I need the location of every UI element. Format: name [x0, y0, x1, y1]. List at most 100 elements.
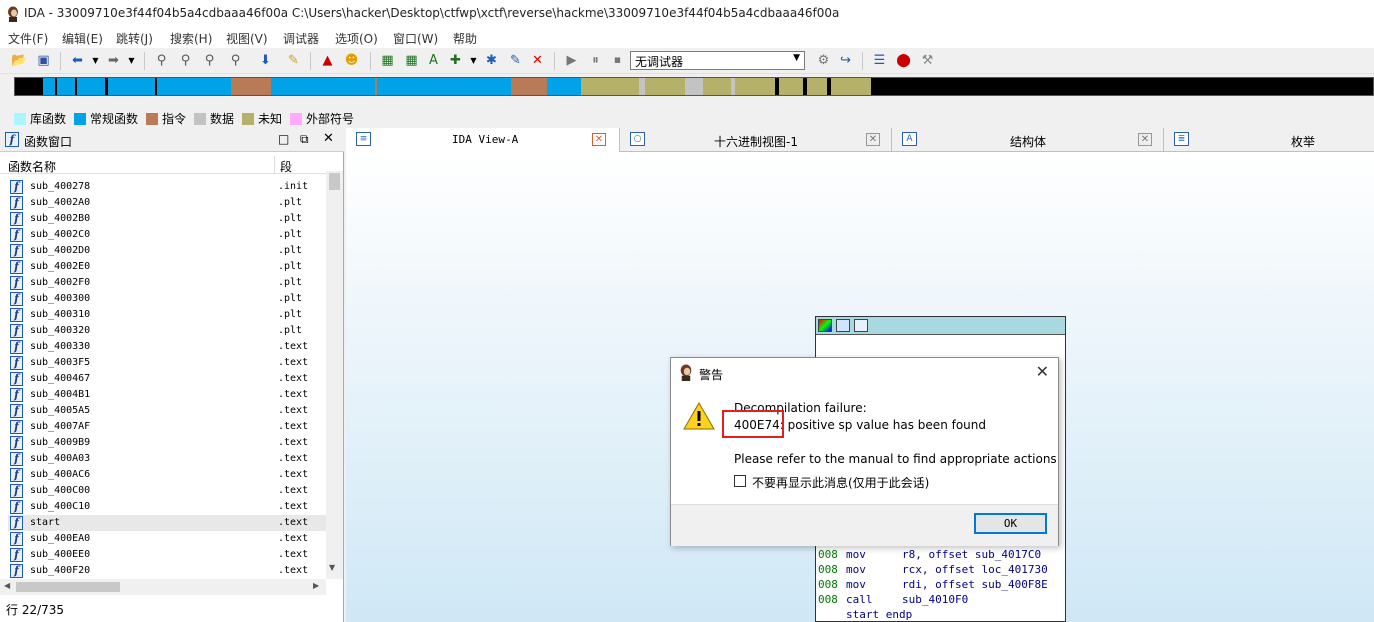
plus-dropdown-icon[interactable]: ▼	[464, 51, 483, 70]
function-row[interactable]: f sub_400C10 .text	[8, 499, 326, 515]
maximize-icon[interactable]: □	[278, 132, 289, 146]
function-row[interactable]: f sub_400AC6 .text	[8, 467, 326, 483]
dont-show-again-label[interactable]: 不要再显示此消息(仅用于此会话)	[752, 474, 929, 491]
menu-jump[interactable]: 跳转(J)	[116, 30, 153, 47]
function-row[interactable]: f sub_4007AF .text	[8, 419, 326, 435]
function-row[interactable]: f sub_400330 .text	[8, 339, 326, 355]
star-icon[interactable]: ✱	[482, 51, 501, 70]
tab-enums[interactable]: ≣ 枚举	[1164, 128, 1374, 152]
function-row[interactable]: f sub_4002D0 .plt	[8, 243, 326, 259]
function-row[interactable]: f sub_400278 .init	[8, 179, 326, 195]
functions-horizontal-scrollbar[interactable]: ◀ ▶	[0, 579, 326, 595]
color-palette-icon[interactable]	[818, 319, 832, 332]
close-tab-icon[interactable]: ✕	[592, 133, 606, 146]
function-row[interactable]: f sub_400310 .plt	[8, 307, 326, 323]
function-row[interactable]: f sub_4002B0 .plt	[8, 211, 326, 227]
tools-icon[interactable]: ⚒	[918, 51, 937, 70]
navigation-band[interactable]	[14, 77, 1374, 96]
plus-icon[interactable]: ✚	[446, 51, 465, 70]
close-tab-icon[interactable]: ✕	[1138, 133, 1152, 146]
binoculars-hex-icon[interactable]: ⚲	[176, 51, 195, 70]
close-icon[interactable]: ✕	[1036, 362, 1049, 381]
menu-windows[interactable]: 窗口(W)	[393, 30, 438, 47]
dont-show-again-checkbox[interactable]	[734, 475, 746, 487]
address-highlight-box	[722, 410, 784, 438]
back-arrow-icon[interactable]: ⬅	[68, 51, 87, 70]
scroll-right-icon[interactable]: ▶	[313, 581, 319, 590]
function-row[interactable]: f sub_400F20 .text	[8, 563, 326, 579]
function-row[interactable]: f sub_4009B9 .text	[8, 435, 326, 451]
function-row[interactable]: f sub_400EA0 .text	[8, 531, 326, 547]
function-row[interactable]: f sub_400320 .plt	[8, 323, 326, 339]
back-dropdown-icon[interactable]: ▼	[86, 51, 105, 70]
scrollbar-thumb[interactable]	[16, 582, 120, 592]
function-row[interactable]: f sub_400EE0 .text	[8, 547, 326, 563]
group-node-icon[interactable]	[854, 319, 868, 332]
forward-arrow-icon[interactable]: ➡	[104, 51, 123, 70]
assembly-line[interactable]: 008 call sub_4010F0	[818, 593, 968, 606]
ok-button[interactable]: OK	[974, 513, 1047, 534]
play-icon[interactable]: ▶	[562, 51, 581, 70]
scrollbar-thumb[interactable]	[329, 173, 340, 190]
delete-icon[interactable]: ✕	[528, 51, 547, 70]
column-divider[interactable]	[274, 156, 275, 174]
search-icon[interactable]: ⚲	[226, 51, 245, 70]
scroll-down-icon[interactable]: ▼	[329, 563, 335, 572]
menu-options[interactable]: 选项(O)	[335, 30, 378, 47]
menu-view[interactable]: 视图(V)	[226, 30, 268, 47]
assembly-line[interactable]: 008 mov rcx, offset loc_401730	[818, 563, 1048, 576]
functions-vertical-scrollbar[interactable]: ▼	[326, 171, 343, 579]
list-icon[interactable]: ☰	[870, 51, 889, 70]
pause-icon[interactable]: ⏸	[586, 51, 605, 70]
assembly-line[interactable]: start endp	[818, 608, 912, 621]
binoculars-text-icon[interactable]: ⚲	[152, 51, 171, 70]
code-icon[interactable]: ▦	[378, 51, 397, 70]
attach-icon[interactable]: ⚙	[814, 51, 833, 70]
function-row[interactable]: f sub_400C00 .text	[8, 483, 326, 499]
menu-help[interactable]: 帮助	[453, 30, 477, 47]
down-arrow-icon[interactable]: ⬇	[256, 51, 275, 70]
menu-debugger[interactable]: 调试器	[283, 30, 319, 47]
close-icon[interactable]: ✕	[323, 131, 334, 146]
scroll-left-icon[interactable]: ◀	[4, 581, 10, 590]
function-row[interactable]: f sub_4003F5 .text	[8, 355, 326, 371]
forward-dropdown-icon[interactable]: ▼	[122, 51, 141, 70]
menu-search[interactable]: 搜索(H)	[170, 30, 212, 47]
column-function-name[interactable]: 函数名称	[8, 158, 56, 175]
save-icon[interactable]: ▣	[34, 51, 53, 70]
menu-edit[interactable]: 编辑(E)	[62, 30, 103, 47]
data-icon[interactable]: ▦	[402, 51, 421, 70]
ascii-icon[interactable]: A	[424, 51, 443, 70]
binoculars-next-icon[interactable]: ⚲	[200, 51, 219, 70]
column-segment[interactable]: 段	[280, 158, 292, 175]
debugger-select[interactable]: 无调试器 ▼	[630, 51, 805, 70]
edit-node-icon[interactable]	[836, 319, 850, 332]
warning-triangle-icon[interactable]: ▲	[318, 51, 337, 70]
edit-pencil-icon[interactable]: ✎	[284, 51, 303, 70]
function-row[interactable]: f start .text	[8, 515, 326, 531]
function-row[interactable]: f sub_400300 .plt	[8, 291, 326, 307]
menu-file[interactable]: 文件(F)	[8, 30, 48, 47]
open-folder-icon[interactable]: 📂	[10, 51, 29, 70]
step-icon[interactable]: ↪	[836, 51, 855, 70]
function-row[interactable]: f sub_4002C0 .plt	[8, 227, 326, 243]
function-row[interactable]: f sub_4002F0 .plt	[8, 275, 326, 291]
restore-icon[interactable]: ⧉	[300, 132, 309, 147]
function-row[interactable]: f sub_4005A5 .text	[8, 403, 326, 419]
smiley-icon[interactable]: ☻	[342, 51, 361, 70]
tab-hex-view[interactable]: ○ 十六进制视图-1 ✕	[620, 128, 892, 152]
assembly-line[interactable]: 008 mov rdi, offset sub_400F8E	[818, 578, 1048, 591]
function-row[interactable]: f sub_400467 .text	[8, 371, 326, 387]
close-tab-icon[interactable]: ✕	[866, 133, 880, 146]
assembly-line[interactable]: 008 mov r8, offset sub_4017C0	[818, 548, 1041, 561]
tab-ida-view-a[interactable]: ≡ IDA View-A ✕	[346, 128, 620, 152]
function-row[interactable]: f sub_4002E0 .plt	[8, 259, 326, 275]
tab-structures[interactable]: A 结构体 ✕	[892, 128, 1164, 152]
rename-icon[interactable]: ✎	[506, 51, 525, 70]
function-row[interactable]: f sub_4002A0 .plt	[8, 195, 326, 211]
function-name: sub_4003F5	[30, 357, 91, 368]
stop-icon[interactable]: ⏹	[608, 51, 627, 70]
breakpoint-icon[interactable]: ⬤	[894, 51, 913, 70]
function-row[interactable]: f sub_4004B1 .text	[8, 387, 326, 403]
function-row[interactable]: f sub_400A03 .text	[8, 451, 326, 467]
